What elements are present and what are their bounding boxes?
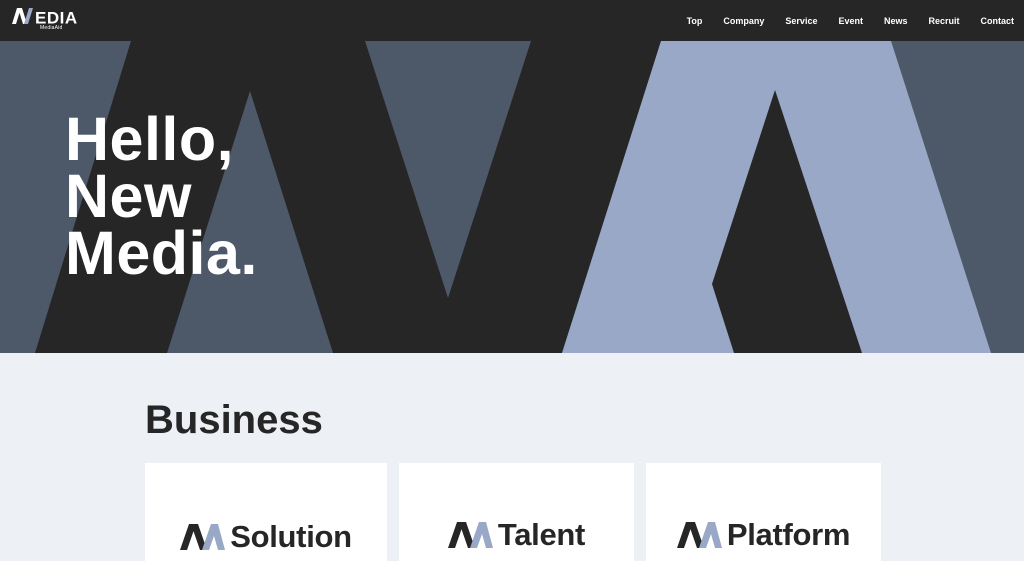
ma-logo-mark-icon [180,524,226,550]
hero-banner: Hello, New Media. [0,41,1024,353]
nav-top[interactable]: Top [687,16,703,26]
ma-logo-mark-icon [676,522,722,548]
main-nav: Top Company Service Event News Recruit C… [666,0,1014,41]
ma-logo-mark-icon [447,522,493,548]
business-card-talent[interactable]: Talent [399,463,634,561]
business-card-platform[interactable]: Platform [646,463,881,561]
nav-news[interactable]: News [884,16,908,26]
hero-line-2: New [65,162,192,230]
media-logo[interactable]: EDIA MediaAid [11,6,91,34]
nav-service[interactable]: Service [785,16,817,26]
logo-subtext: MediaAid [40,25,63,31]
card-label-talent: Talent [497,517,586,552]
business-card-solution[interactable]: Solution [145,463,387,561]
card-label-platform: Platform [726,517,851,552]
business-heading: Business [145,398,323,442]
nav-contact[interactable]: Contact [981,16,1015,26]
nav-recruit[interactable]: Recruit [928,16,959,26]
hero-line-1: Hello, [65,105,235,173]
site-header: EDIA MediaAid Top Company Service Event … [0,0,1024,41]
card-label-solution: Solution [230,519,352,554]
hero-headline: Hello, New Media. [65,105,258,287]
hero-line-3: Media. [65,219,258,287]
nav-event[interactable]: Event [838,16,863,26]
nav-company[interactable]: Company [723,16,764,26]
